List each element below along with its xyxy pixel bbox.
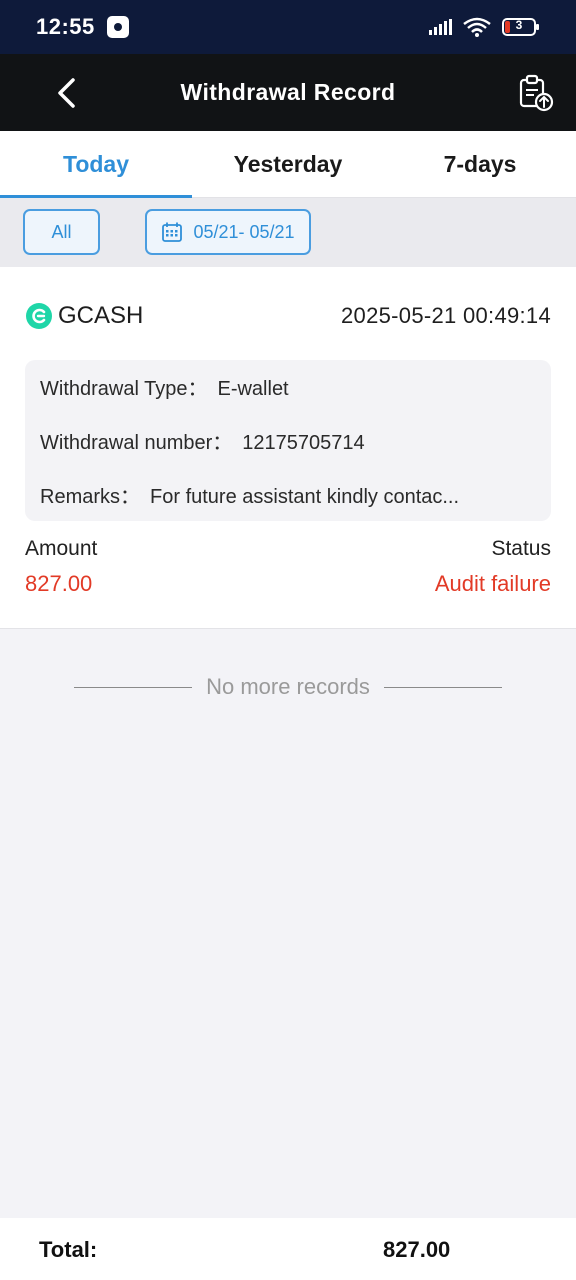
payment-method: GCASH bbox=[26, 302, 143, 330]
type-filter-button[interactable]: All bbox=[23, 209, 100, 255]
remarks-value: For future assistant kindly contac... bbox=[150, 486, 460, 508]
wifi-icon bbox=[462, 16, 492, 38]
notification-icon bbox=[106, 16, 129, 38]
signal-icon bbox=[429, 19, 452, 35]
record-datetime: 2025-05-21 00:49:14 bbox=[341, 303, 551, 328]
app-header: Withdrawal Record bbox=[0, 54, 576, 131]
filter-row: All 05/21- 05/21 bbox=[0, 198, 576, 267]
clock: 12:55 bbox=[36, 14, 95, 39]
withdrawal-number-value: 12175705714 bbox=[242, 432, 365, 454]
list-end-indicator: No more records bbox=[0, 670, 576, 704]
withdrawal-record-card[interactable]: GCASH 2025-05-21 00:49:14 Withdrawal Typ… bbox=[0, 267, 576, 629]
total-label: Total: bbox=[39, 1237, 98, 1262]
record-header: GCASH 2025-05-21 00:49:14 bbox=[26, 301, 551, 331]
battery-level: 3 bbox=[515, 18, 523, 32]
withdrawal-type-row: Withdrawal Type： E-wallet bbox=[40, 372, 536, 401]
withdrawal-number-row: Withdrawal number： 12175705714 bbox=[40, 426, 536, 455]
status-label: Status bbox=[491, 537, 551, 560]
amount-label: Amount bbox=[25, 537, 98, 560]
date-range-button[interactable]: 05/21- 05/21 bbox=[145, 209, 311, 255]
withdrawal-type-label: Withdrawal Type： bbox=[40, 378, 208, 400]
calendar-icon bbox=[162, 222, 183, 242]
withdrawal-number-label: Withdrawal number： bbox=[40, 432, 233, 454]
page-title: Withdrawal Record bbox=[180, 79, 396, 105]
tab-7-days[interactable]: 7-days bbox=[384, 131, 576, 197]
remarks-label: Remarks： bbox=[40, 486, 141, 508]
divider-left bbox=[74, 686, 193, 688]
no-more-records-text: No more records bbox=[206, 674, 370, 699]
date-tabs: Today Yesterday 7-days bbox=[0, 131, 576, 198]
date-range-label: 05/21- 05/21 bbox=[193, 221, 295, 242]
amount-value: 827.00 bbox=[25, 571, 93, 596]
back-button[interactable] bbox=[52, 76, 82, 110]
tab-today[interactable]: Today bbox=[0, 131, 192, 198]
chevron-left-icon bbox=[58, 78, 75, 108]
record-details: Withdrawal Type： E-wallet Withdrawal numb… bbox=[25, 360, 551, 521]
total-value: 827.00 bbox=[383, 1237, 451, 1262]
withdrawal-type-value: E-wallet bbox=[217, 378, 289, 400]
divider-right bbox=[383, 686, 502, 688]
status-value: Audit failure bbox=[434, 571, 551, 596]
battery-icon: 3 bbox=[502, 17, 540, 37]
status-left: 12:55 bbox=[36, 14, 129, 40]
gcash-logo-icon bbox=[26, 303, 52, 329]
remarks-row: Remarks： For future assistant kindly cont… bbox=[40, 480, 536, 509]
clipboard-upload-icon bbox=[519, 74, 554, 112]
payment-method-label: GCASH bbox=[58, 302, 144, 329]
status-right: 3 bbox=[429, 16, 540, 38]
total-footer: Total: 827.00 bbox=[0, 1218, 576, 1280]
tab-yesterday[interactable]: Yesterday bbox=[192, 131, 384, 197]
status-bar: 12:55 3 bbox=[0, 0, 576, 54]
export-button[interactable] bbox=[518, 74, 554, 112]
